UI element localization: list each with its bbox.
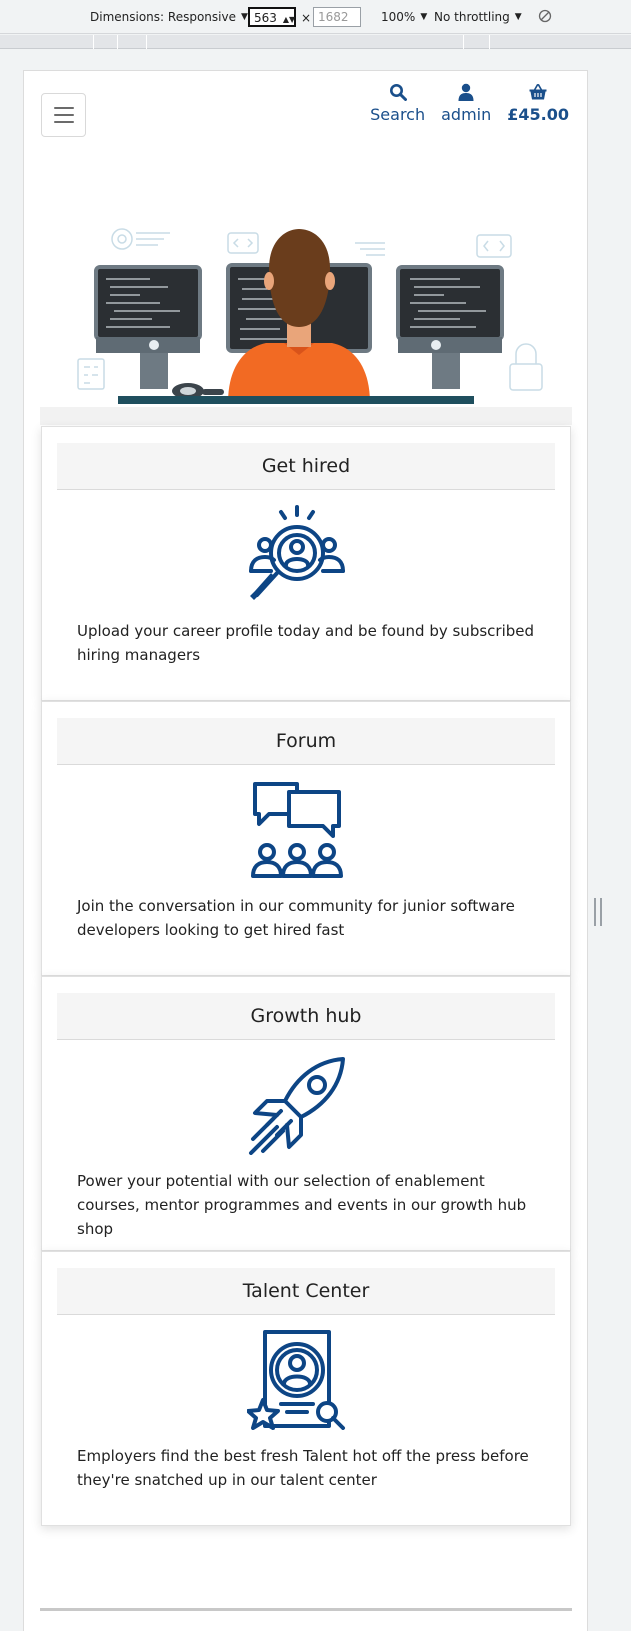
footer-divider	[40, 1608, 572, 1611]
hamburger-menu-button[interactable]	[41, 93, 86, 137]
card-description: Power your potential with our selection …	[77, 1172, 527, 1238]
basket-link[interactable]: £45.00	[507, 83, 569, 124]
height-input[interactable]: 1682	[313, 7, 361, 27]
card-description: Employers find the best fresh Talent hot…	[77, 1447, 529, 1489]
basket-total: £45.00	[507, 105, 569, 124]
shopping-basket-icon	[529, 84, 547, 100]
rocket-icon	[249, 1057, 345, 1155]
chevron-down-icon: ▼	[240, 12, 248, 22]
feature-card-growth-hub[interactable]: Growth hub Power your potential with our…	[41, 976, 571, 1251]
dimensions-label: Dimensions: Responsive	[90, 10, 236, 24]
chevron-down-icon: ▼	[514, 12, 522, 22]
media-query-ruler[interactable]	[0, 35, 631, 49]
width-input[interactable]: 563 ▲▼	[248, 7, 296, 27]
card-title: Talent Center	[57, 1268, 555, 1315]
chevron-down-icon: ▼	[420, 12, 428, 22]
search-icon	[389, 84, 407, 101]
throttling-label: No throttling	[434, 10, 510, 24]
talent-profile-icon	[247, 1330, 345, 1430]
dimensions-dropdown[interactable]: Dimensions: Responsive ▼	[90, 10, 248, 24]
feature-card-forum[interactable]: Forum Join the conversation in our commu…	[41, 701, 571, 976]
times-sign: ×	[301, 11, 312, 25]
viewport-resize-handle[interactable]	[594, 898, 602, 926]
recruitment-search-icon	[249, 505, 345, 600]
feature-card-get-hired[interactable]: Get hired Upload your career profile tod…	[41, 426, 571, 701]
card-description: Join the conversation in our community f…	[77, 897, 515, 939]
card-title: Growth hub	[57, 993, 555, 1040]
search-link[interactable]: Search	[370, 83, 425, 124]
developer-hero-illustration	[77, 228, 543, 404]
account-label: admin	[441, 105, 492, 124]
user-icon	[458, 83, 474, 101]
site-header: Search admin £45.00	[24, 71, 587, 159]
card-title: Get hired	[57, 443, 555, 490]
card-description: Upload your career profile today and be …	[77, 622, 535, 664]
hero-bottom-strip	[40, 407, 572, 425]
emulated-viewport: Search admin £45.00 Get hired Upload you…	[23, 70, 588, 1631]
zoom-label: 100%	[381, 10, 416, 24]
account-link[interactable]: admin	[441, 83, 491, 124]
community-chat-icon	[251, 782, 343, 878]
throttling-dropdown[interactable]: No throttling ▼	[434, 10, 522, 24]
feature-card-talent-center[interactable]: Talent Center Employers find the best fr…	[41, 1251, 571, 1526]
rotate-disabled-icon[interactable]	[538, 9, 552, 23]
search-label: Search	[370, 105, 426, 124]
zoom-dropdown[interactable]: 100% ▼	[381, 10, 427, 24]
header-nav: Search admin £45.00	[370, 83, 569, 124]
devtools-device-toolbar: Dimensions: Responsive ▼ 563 ▲▼ × 1682 10…	[0, 0, 631, 34]
card-title: Forum	[57, 718, 555, 765]
